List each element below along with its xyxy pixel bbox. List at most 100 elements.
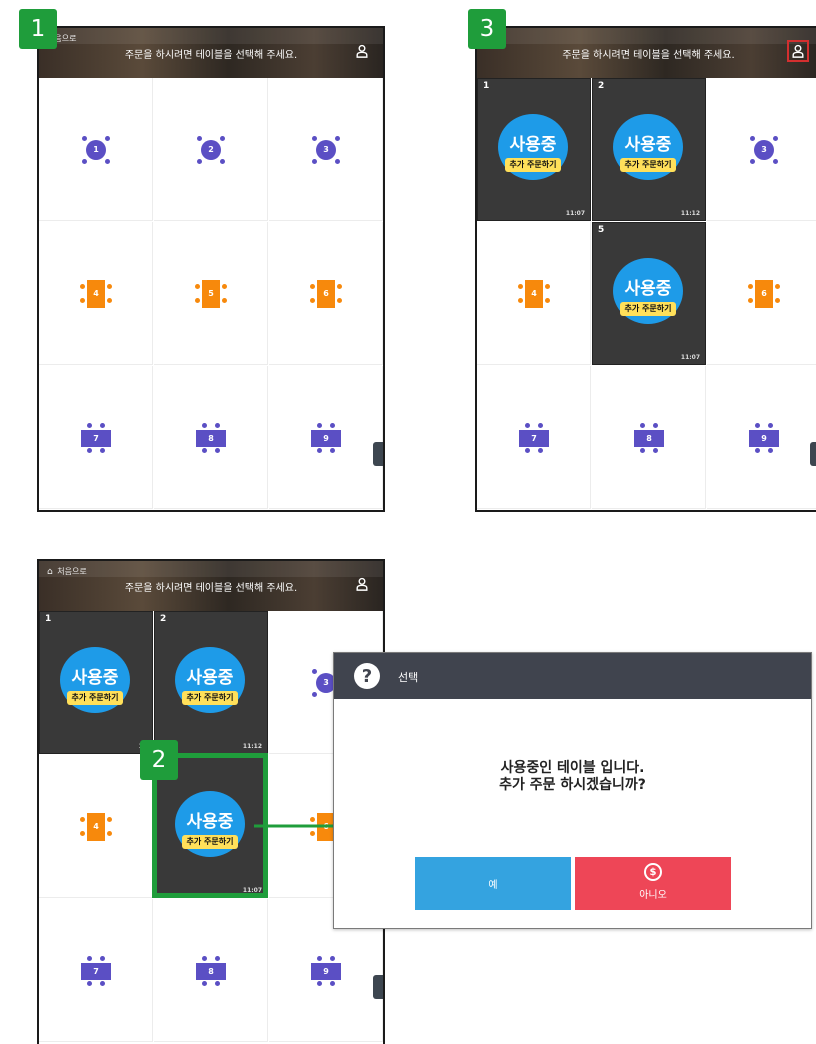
user-icon[interactable] <box>351 573 373 595</box>
side-drawer-handle[interactable] <box>810 442 816 466</box>
kiosk-header: ⌂ 처음으로 주문을 하시려면 테이블을 선택해 주세요. <box>39 561 383 611</box>
table-cell-5[interactable]: 5 <box>154 222 268 365</box>
table-cell-in-use[interactable]: 1 사용중 추가 주문하기 11:07 <box>477 78 591 221</box>
in-use-badge: 사용중 추가 주문하기 <box>498 114 568 180</box>
table-cell-3[interactable]: 3 <box>707 78 816 221</box>
wide-table-icon: 8 <box>194 422 228 453</box>
table-number: 3 <box>316 139 336 160</box>
wide-table-icon: 9 <box>747 422 781 453</box>
rect-table-icon: 4 <box>79 276 113 312</box>
add-order-button[interactable]: 추가 주문하기 <box>67 691 123 705</box>
table-number: 8 <box>196 962 226 980</box>
table-number: 1 <box>45 614 52 624</box>
table-number: 5 <box>598 225 605 235</box>
add-order-button[interactable]: 추가 주문하기 <box>620 158 676 172</box>
table-number: 4 <box>87 279 105 308</box>
step-badge-2: 2 <box>140 740 178 780</box>
table-number: 8 <box>196 429 226 447</box>
table-cell-6[interactable]: 6 <box>269 222 383 365</box>
dollar-circle-icon: $ <box>644 863 662 881</box>
table-cell-7[interactable]: 7 <box>39 899 153 1042</box>
table-number: 2 <box>201 139 221 160</box>
round-table-icon: 3 <box>311 135 341 165</box>
table-cell-8[interactable]: 8 <box>154 899 268 1042</box>
confirm-dialog: ? 선택 사용중인 테이블 입니다. 추가 주문 하시겠습니까? 예 $ 아니오 <box>333 652 812 929</box>
in-use-label: 사용중 <box>186 668 234 688</box>
table-cell-in-use[interactable]: 2 사용중 추가 주문하기 11:12 <box>592 78 706 221</box>
add-order-button[interactable]: 추가 주문하기 <box>620 302 676 316</box>
no-button[interactable]: $ 아니오 <box>575 857 731 910</box>
yes-button[interactable]: 예 <box>415 857 571 910</box>
round-table-icon: 3 <box>749 135 779 165</box>
table-number: 1 <box>483 81 490 91</box>
table-number: 4 <box>525 279 543 308</box>
wide-table-icon: 7 <box>517 422 551 453</box>
table-cell-in-use[interactable]: 5 사용중 추가 주문하기 11:07 <box>592 222 706 365</box>
user-icon[interactable] <box>787 40 809 62</box>
round-table-icon: 1 <box>81 135 111 165</box>
in-use-label: 사용중 <box>71 668 119 688</box>
table-number: 3 <box>754 139 774 160</box>
rect-table-icon: 4 <box>517 276 551 312</box>
dialog-title: 선택 <box>398 671 419 684</box>
user-icon[interactable] <box>351 40 373 62</box>
table-cell-1[interactable]: 1 <box>39 78 153 221</box>
step-badge-1: 1 <box>19 9 57 49</box>
table-cell-3[interactable]: 3 <box>269 78 383 221</box>
in-use-label: 사용중 <box>624 279 672 299</box>
rect-table-icon: 6 <box>309 276 343 312</box>
table-cell-8[interactable]: 8 <box>592 366 706 509</box>
header-title: 주문을 하시려면 테이블을 선택해 주세요. <box>124 50 298 61</box>
add-order-button[interactable]: 추가 주문하기 <box>182 691 238 705</box>
table-cell-4[interactable]: 4 <box>39 755 153 898</box>
order-time: 11:07 <box>565 210 585 217</box>
in-use-badge: 사용중 추가 주문하기 <box>60 647 130 713</box>
rect-table-icon: 6 <box>747 276 781 312</box>
table-number: 4 <box>87 812 105 841</box>
table-cell-in-use[interactable]: 1 사용중 추가 주문하기 11 <box>39 611 153 754</box>
table-grid: 1 사용중 추가 주문하기 11:07 2 사용중 추가 주문하기 11:12 … <box>477 78 816 510</box>
in-use-badge: 사용중 추가 주문하기 <box>613 258 683 324</box>
home-link[interactable]: ⌂ 처음으로 <box>47 566 87 577</box>
table-cell-in-use[interactable]: 2 사용중 추가 주문하기 11:12 <box>154 611 268 754</box>
dialog-message-line-1: 사용중인 테이블 입니다. <box>500 760 645 776</box>
wide-table-icon: 9 <box>309 422 343 453</box>
wide-table-icon: 7 <box>79 955 113 986</box>
table-cell-9[interactable]: 9 <box>707 366 816 509</box>
table-cell-8[interactable]: 8 <box>154 366 268 509</box>
table-cell-7[interactable]: 7 <box>477 366 591 509</box>
table-number: 6 <box>317 279 335 308</box>
order-time: 11:12 <box>242 743 262 750</box>
home-icon: ⌂ <box>47 567 53 577</box>
dialog-header: ? 선택 <box>334 653 811 699</box>
table-cell-7[interactable]: 7 <box>39 366 153 509</box>
kiosk-screen-step-3: 주문을 하시려면 테이블을 선택해 주세요. 1 사용중 추가 주문하기 11:… <box>475 26 816 512</box>
wide-table-icon: 9 <box>309 955 343 986</box>
header-title: 주문을 하시려면 테이블을 선택해 주세요. <box>124 583 298 594</box>
kiosk-header: 주문을 하시려면 테이블을 선택해 주세요. <box>477 28 816 78</box>
table-cell-2[interactable]: 2 <box>154 78 268 221</box>
question-icon: ? <box>354 663 380 689</box>
rect-table-icon: 4 <box>79 809 113 845</box>
kiosk-header: 처음으로 주문을 하시려면 테이블을 선택해 주세요. <box>39 28 383 78</box>
table-cell-4[interactable]: 4 <box>477 222 591 365</box>
in-use-badge: 사용중 추가 주문하기 <box>175 647 245 713</box>
side-drawer-handle[interactable] <box>373 442 383 466</box>
order-time: 11:07 <box>680 354 700 361</box>
table-cell-9[interactable]: 9 <box>269 366 383 509</box>
table-number: 9 <box>311 962 341 980</box>
side-drawer-handle[interactable] <box>373 975 383 999</box>
yes-button-label: 예 <box>488 880 498 891</box>
table-number: 2 <box>160 614 167 624</box>
add-order-button[interactable]: 추가 주문하기 <box>505 158 561 172</box>
wide-table-icon: 8 <box>632 422 666 453</box>
header-background-image <box>477 28 816 44</box>
wide-table-icon: 7 <box>79 422 113 453</box>
step-badge-3: 3 <box>468 9 506 49</box>
header-background-image <box>39 561 383 577</box>
home-label: 처음으로 <box>57 567 87 576</box>
wide-table-icon: 8 <box>194 955 228 986</box>
table-cell-4[interactable]: 4 <box>39 222 153 365</box>
table-number: 5 <box>202 279 220 308</box>
table-cell-6[interactable]: 6 <box>707 222 816 365</box>
